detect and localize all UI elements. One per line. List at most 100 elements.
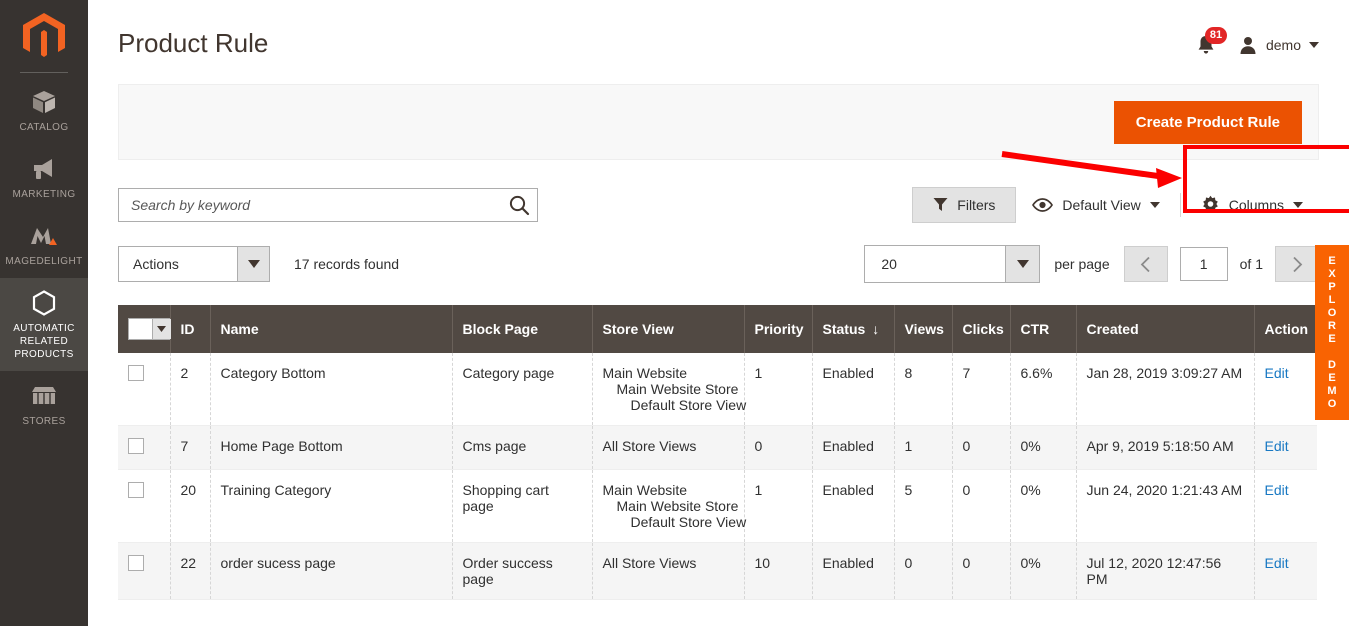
row-checkbox-cell[interactable] <box>118 425 171 470</box>
page-actions-bar: Create Product Rule <box>118 84 1319 160</box>
row-checkbox[interactable] <box>128 365 144 381</box>
cell-store-view: All Store Views <box>592 542 745 600</box>
columns-dropdown[interactable]: Columns <box>1185 186 1319 223</box>
cell-status: Enabled <box>812 425 895 470</box>
store-view-line: Main Website <box>602 482 688 498</box>
cell-views: 1 <box>894 425 953 470</box>
actions-dropdown[interactable]: Actions <box>118 246 270 282</box>
chevron-down-icon[interactable] <box>151 319 171 339</box>
column-header-priority[interactable]: Priority <box>744 305 813 353</box>
sidebar-item-label: STORES <box>22 416 66 427</box>
table-row[interactable]: 7 Home Page Bottom Cms page All Store Vi… <box>118 425 1317 470</box>
sidebar-item-magedelight[interactable]: MAGEDELIGHT <box>0 211 88 278</box>
column-header-clicks[interactable]: Clicks <box>952 305 1011 353</box>
row-checkbox-cell[interactable] <box>118 542 171 600</box>
sidebar-item-marketing[interactable]: MARKETING <box>0 144 88 211</box>
select-all-checkbox[interactable] <box>129 319 152 339</box>
cell-id: 20 <box>170 469 211 543</box>
search-box[interactable] <box>118 187 538 222</box>
edit-link[interactable]: Edit <box>1265 482 1289 498</box>
table-row[interactable]: 2 Category Bottom Category page Main Web… <box>118 353 1317 426</box>
column-header-name[interactable]: Name <box>210 305 453 353</box>
column-header-status-label: Status <box>822 321 866 337</box>
cell-id: 2 <box>170 353 211 426</box>
cell-priority: 1 <box>744 353 813 426</box>
grid-body: 2 Category Bottom Category page Main Web… <box>118 353 1317 600</box>
user-menu[interactable]: demo <box>1238 35 1319 55</box>
cell-id: 22 <box>170 542 211 600</box>
table-row[interactable]: 22 order sucess page Order success page … <box>118 542 1317 600</box>
row-checkbox[interactable] <box>128 482 144 498</box>
chevron-left-icon <box>1140 256 1150 272</box>
avatar <box>1240 37 1256 54</box>
select-all-column[interactable] <box>118 305 172 353</box>
per-page-dropdown[interactable]: 20 <box>864 245 1041 283</box>
previous-page-button[interactable] <box>1123 246 1168 282</box>
admin-sidebar: CATALOG MARKETING MAGEDELIGHT AUTOMATIC … <box>0 0 88 626</box>
cell-block-page: Category page <box>452 353 593 426</box>
main-content: Product Rule 81 demo Create Product Rule… <box>88 0 1349 626</box>
cell-created: Jul 12, 2020 12:47:56 PM <box>1076 542 1255 600</box>
magento-logo-icon[interactable] <box>0 0 88 72</box>
sort-descending-icon: ↓ <box>872 321 880 337</box>
sidebar-item-catalog[interactable]: CATALOG <box>0 77 88 144</box>
filters-label: Filters <box>957 196 996 213</box>
store-icon <box>30 383 58 409</box>
notifications-badge: 81 <box>1204 27 1227 44</box>
column-header-store-view[interactable]: Store View <box>592 305 745 353</box>
column-header-id[interactable]: ID <box>170 305 211 353</box>
row-checkbox-cell[interactable] <box>118 353 171 426</box>
cell-views: 8 <box>894 353 953 426</box>
store-view-line: All Store Views <box>602 555 697 571</box>
row-checkbox[interactable] <box>128 555 144 571</box>
cell-views: 0 <box>894 542 953 600</box>
select-all-dropdown[interactable] <box>128 318 172 340</box>
actions-label: Actions <box>133 256 179 272</box>
store-view-line: All Store Views <box>602 438 697 454</box>
default-view-dropdown[interactable]: Default View <box>1016 188 1175 222</box>
cell-status: Enabled <box>812 353 895 426</box>
sidebar-item-automatic-related-products[interactable]: AUTOMATIC RELATED PRODUCTS <box>0 278 88 371</box>
next-page-button[interactable] <box>1275 246 1319 282</box>
cell-status: Enabled <box>812 469 895 543</box>
cell-ctr: 0% <box>1010 425 1077 470</box>
edit-link[interactable]: Edit <box>1265 365 1289 381</box>
edit-link[interactable]: Edit <box>1265 438 1289 454</box>
records-found-label: 17 records found <box>294 256 400 272</box>
chevron-down-icon <box>1309 42 1319 48</box>
cell-action: Edit <box>1254 353 1317 426</box>
cell-action: Edit <box>1254 425 1317 470</box>
edit-link[interactable]: Edit <box>1265 555 1289 571</box>
explore-demo-tab[interactable]: EXPLORE DEMO <box>1315 245 1349 420</box>
cell-clicks: 0 <box>952 469 1011 543</box>
page-number-input[interactable] <box>1179 247 1228 281</box>
sidebar-item-stores[interactable]: STORES <box>0 371 88 438</box>
cell-name: Home Page Bottom <box>210 425 453 470</box>
create-product-rule-button[interactable]: Create Product Rule <box>1113 100 1302 144</box>
cell-store-view: Main Website Main Website Store Default … <box>592 469 746 543</box>
notifications-button[interactable]: 81 <box>1196 27 1227 56</box>
search-icon <box>509 195 530 215</box>
row-checkbox-cell[interactable] <box>118 469 171 543</box>
column-header-ctr[interactable]: CTR <box>1010 305 1077 353</box>
grid-view-controls: Filters Default View Columns <box>912 186 1319 223</box>
column-header-block-page[interactable]: Block Page <box>452 305 593 353</box>
search-button[interactable] <box>501 194 537 216</box>
column-header-created[interactable]: Created <box>1076 305 1255 353</box>
pagination-area: 20 per page of 1 <box>864 245 1319 283</box>
row-checkbox[interactable] <box>128 438 144 454</box>
grid-subtoolbar: Actions 17 records found 20 per page 1 o… <box>118 245 1319 283</box>
chevron-down-icon <box>1149 201 1160 208</box>
cell-id: 7 <box>170 425 211 470</box>
cell-action: Edit <box>1254 469 1317 543</box>
table-row[interactable]: 20 Training Category Shopping cart page … <box>118 469 1317 543</box>
column-header-status[interactable]: Status ↓ <box>812 305 895 353</box>
filters-button[interactable]: Filters <box>912 186 1017 223</box>
grid-toolbar: Filters Default View Colu <box>118 186 1319 223</box>
eye-icon <box>1032 197 1054 212</box>
cell-status: Enabled <box>812 542 895 600</box>
funnel-icon <box>933 198 948 211</box>
chevron-down-icon <box>1005 246 1040 282</box>
column-header-views[interactable]: Views <box>894 305 953 353</box>
search-input[interactable] <box>119 196 501 213</box>
